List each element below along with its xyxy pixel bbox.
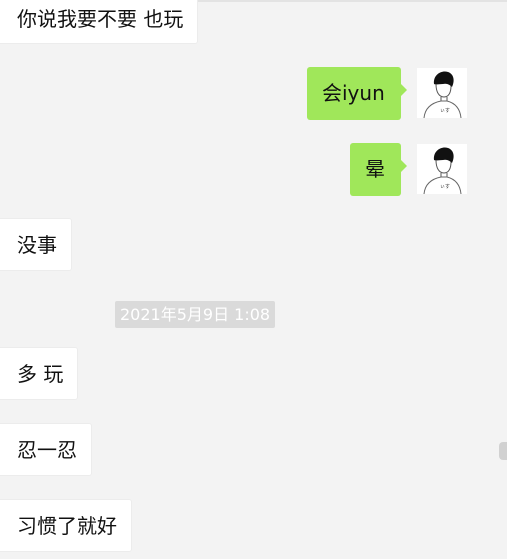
message-bubble-incoming[interactable]: 习惯了就好: [0, 499, 132, 552]
message-bubble-incoming[interactable]: 多 玩: [0, 347, 79, 400]
message-text: 忍一忍: [17, 438, 77, 462]
shirt-text: ぃす: [440, 184, 450, 190]
chat-window: 你说我要不要 也玩 会iyun ぃす 晕 ぃす 没事 2021年5月9日 1:0…: [0, 0, 507, 559]
message-timestamp: 2021年5月9日 1:08: [115, 301, 276, 328]
message-bubble-outgoing[interactable]: 晕: [350, 143, 407, 196]
shirt-text: ぃす: [440, 108, 450, 114]
user-avatar[interactable]: ぃす: [417, 68, 467, 118]
avatar-illustration: ぃす: [417, 68, 467, 118]
message-text: 你说我要不要 也玩: [17, 7, 184, 31]
message-text: 习惯了就好: [17, 514, 117, 538]
message-bubble-incoming[interactable]: 没事: [0, 218, 72, 271]
message-text: 没事: [17, 233, 57, 257]
message-bubble-incoming[interactable]: 你说我要不要 也玩: [0, 0, 199, 44]
message-text: 晕: [365, 157, 385, 181]
message-text: 会iyun: [322, 81, 385, 105]
avatar-illustration: ぃす: [417, 144, 467, 194]
user-avatar[interactable]: ぃす: [417, 144, 467, 194]
scrollbar-handle[interactable]: [499, 442, 507, 460]
message-bubble-outgoing[interactable]: 会iyun: [307, 67, 407, 120]
message-text: 多 玩: [17, 362, 64, 386]
message-bubble-incoming[interactable]: 忍一忍: [0, 423, 92, 476]
